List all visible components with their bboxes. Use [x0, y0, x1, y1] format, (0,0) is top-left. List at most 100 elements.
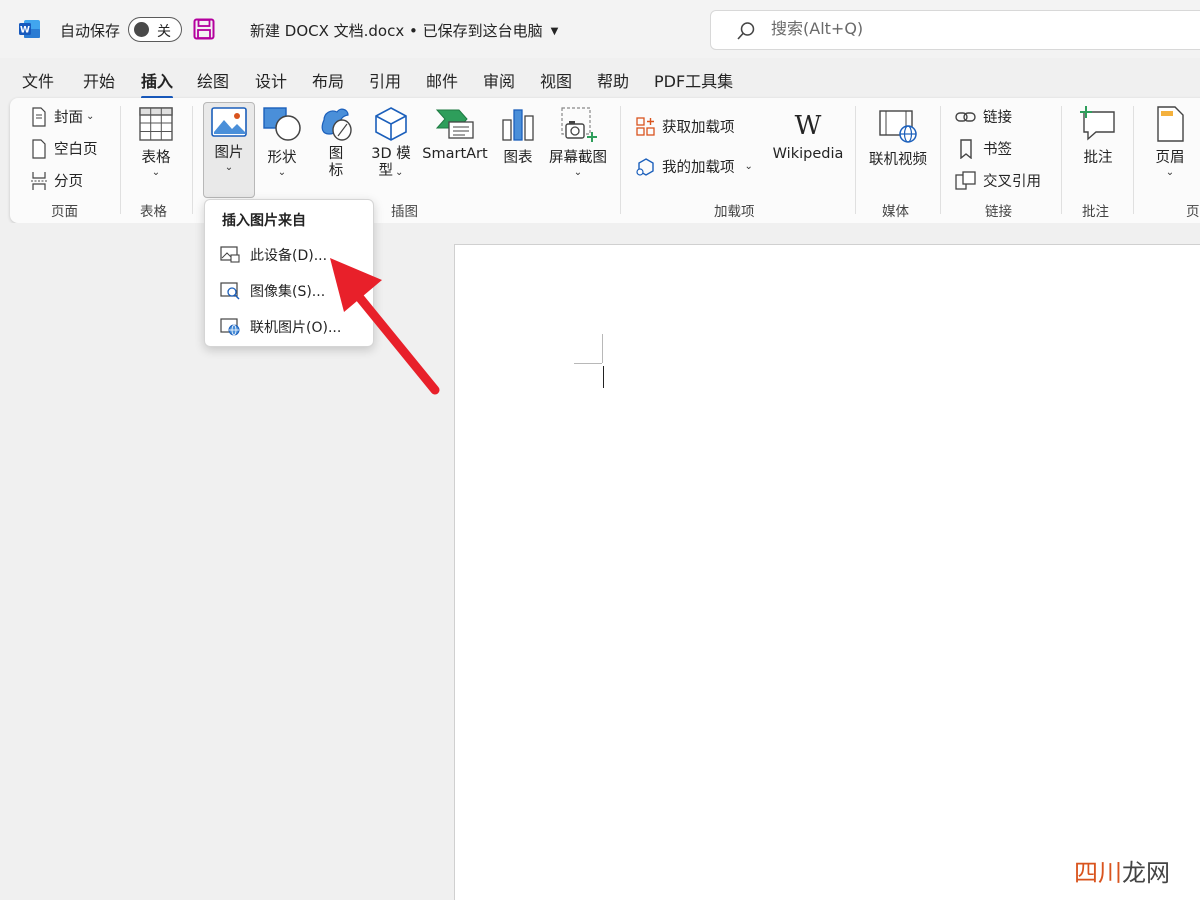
blank-page-button[interactable]: 空白页: [30, 138, 98, 159]
tab-mailings[interactable]: 邮件: [426, 68, 458, 92]
screenshot-button[interactable]: 屏幕截图 ⌄: [546, 106, 610, 179]
group-separator: [620, 106, 621, 214]
shapes-label: 形状: [267, 150, 297, 166]
watermark-main: 四川: [1074, 859, 1122, 887]
tab-home[interactable]: 开始: [83, 68, 115, 92]
text-cursor: [603, 366, 604, 388]
link-label: 链接: [983, 110, 1012, 126]
cross-reference-button[interactable]: 交叉引用: [955, 170, 1041, 191]
document-page[interactable]: [454, 244, 1200, 900]
blank-page-label: 空白页: [54, 142, 98, 158]
page-break-button[interactable]: 分页: [30, 170, 83, 191]
picture-button[interactable]: 图片 ⌄: [203, 102, 255, 198]
3d-models-button[interactable]: 3D 模 型 ⌄: [368, 106, 414, 180]
chevron-down-icon: ⌄: [1165, 167, 1175, 178]
menu-tabs: 文件 开始 插入 绘图 设计 布局 引用 邮件 审阅 视图 帮助 PDF工具集: [0, 58, 1200, 99]
link-button[interactable]: 链接: [955, 106, 1012, 127]
group-separator: [855, 106, 856, 214]
smartart-button[interactable]: SmartArt: [420, 106, 490, 162]
table-button[interactable]: 表格 ⌄: [134, 106, 178, 179]
tab-insert[interactable]: 插入: [141, 68, 174, 99]
group-label-pages: 页面: [51, 204, 78, 220]
document-title-text: 新建 DOCX 文档.docx • 已保存到这台电脑: [250, 22, 543, 40]
wikipedia-icon: W: [794, 111, 822, 141]
margin-mark-horizontal: [574, 363, 602, 364]
table-label: 表格: [141, 150, 171, 166]
stock-images-label: 图像集(S)...: [250, 284, 326, 300]
link-icon: [955, 111, 976, 122]
get-addins-icon: [636, 116, 655, 136]
tab-draw[interactable]: 绘图: [197, 68, 229, 92]
group-separator: [940, 106, 941, 214]
toggle-knob: [134, 22, 149, 37]
wikipedia-button[interactable]: W Wikipedia: [768, 110, 848, 162]
comment-icon: [1080, 106, 1115, 141]
chevron-down-icon: ⌄: [277, 167, 287, 178]
cover-page-icon: [32, 106, 46, 127]
my-addins-icon: [636, 157, 654, 176]
cross-reference-label: 交叉引用: [983, 174, 1041, 190]
group-separator: [120, 106, 121, 214]
chevron-down-icon: ⌄: [151, 167, 161, 178]
header-label: 页眉: [1155, 150, 1185, 166]
chart-label: 图表: [503, 150, 533, 166]
chevron-down-icon: ▼: [550, 26, 559, 37]
online-video-label: 联机视频: [869, 152, 927, 168]
word-app-icon: W: [19, 20, 40, 38]
group-label-tables: 表格: [140, 204, 167, 220]
group-separator: [192, 106, 193, 214]
chevron-down-icon: ⌄: [744, 160, 753, 172]
online-video-icon: [879, 110, 917, 143]
dropdown-header: 插入图片来自: [222, 213, 306, 229]
tab-layout[interactable]: 布局: [312, 68, 344, 92]
tab-references[interactable]: 引用: [369, 68, 401, 92]
chart-button[interactable]: 图表: [500, 106, 536, 167]
cover-page-label: 封面: [54, 110, 83, 126]
tab-file[interactable]: 文件: [22, 68, 54, 92]
online-pictures-icon: [220, 318, 240, 336]
watermark: 四川龙网: [1074, 853, 1170, 888]
shapes-icon: [263, 107, 301, 141]
get-addins-label: 获取加载项: [662, 120, 735, 136]
icons-button[interactable]: 图 标: [316, 106, 356, 180]
search-box[interactable]: [710, 10, 1200, 50]
autosave-label: 自动保存: [60, 22, 121, 40]
save-icon[interactable]: [193, 18, 215, 40]
shapes-button[interactable]: 形状 ⌄: [262, 106, 302, 179]
bookmark-button[interactable]: 书签: [955, 138, 1012, 159]
search-input[interactable]: [771, 19, 1071, 38]
screenshot-icon: [561, 107, 597, 142]
bookmark-label: 书签: [983, 142, 1012, 158]
cross-reference-icon: [955, 170, 976, 190]
cover-page-button[interactable]: 封面 ⌄: [30, 106, 94, 127]
icons-label-1: 图: [328, 146, 344, 162]
chevron-down-icon: ⌄: [573, 167, 583, 178]
tab-review[interactable]: 审阅: [483, 68, 515, 92]
header-button[interactable]: 页眉 ⌄: [1148, 106, 1192, 179]
blank-page-icon: [32, 138, 46, 159]
search-icon: [737, 22, 755, 40]
document-title[interactable]: 新建 DOCX 文档.docx • 已保存到这台电脑 ▼: [250, 20, 558, 41]
autosave-state: 关: [157, 24, 171, 40]
tab-design[interactable]: 设计: [255, 68, 287, 92]
stock-images-icon: [220, 282, 240, 300]
tab-help[interactable]: 帮助: [597, 68, 629, 92]
autosave-toggle[interactable]: 关: [128, 17, 182, 42]
comment-label: 批注: [1083, 150, 1113, 166]
get-addins-button[interactable]: 获取加载项: [636, 116, 735, 137]
my-addins-button[interactable]: 我的加载项 ⌄: [636, 156, 753, 177]
online-video-button[interactable]: 联机视频: [865, 108, 931, 169]
watermark-sub: 龙网: [1122, 859, 1170, 887]
device-picture-icon: [220, 246, 240, 263]
new-comment-button[interactable]: 批注: [1076, 106, 1120, 167]
picture-icon: [211, 107, 247, 137]
group-label-comments: 批注: [1082, 204, 1109, 220]
chevron-down-icon: ⌄: [395, 167, 404, 178]
smartart-icon: [435, 109, 474, 139]
this-device-label: 此设备(D)...: [250, 248, 328, 264]
tab-view[interactable]: 视图: [540, 68, 572, 92]
table-icon: [139, 107, 173, 141]
group-label-addins: 加载项: [714, 204, 755, 220]
tab-pdf-tools[interactable]: PDF工具集: [654, 68, 733, 92]
chevron-down-icon: ⌄: [224, 162, 234, 173]
